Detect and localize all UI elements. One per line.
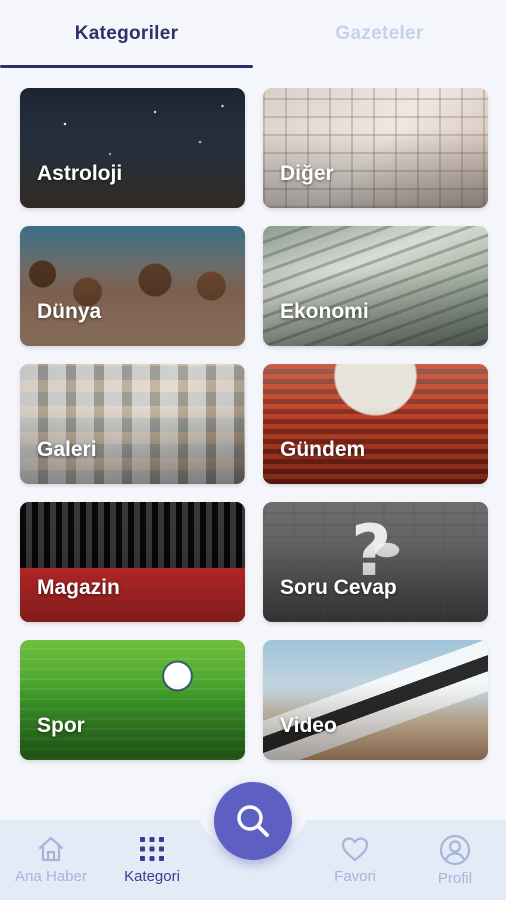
category-label: Gündem xyxy=(280,438,366,461)
nav-label: Ana Haber xyxy=(15,868,87,885)
category-card-dunya[interactable]: Dünya xyxy=(20,226,245,346)
category-label: Diğer xyxy=(280,162,334,185)
category-card-soru-cevap[interactable]: ? Soru Cevap xyxy=(263,502,488,622)
category-card-diger[interactable]: Diğer xyxy=(263,88,488,208)
user-icon xyxy=(439,834,471,866)
category-card-ekonomi[interactable]: Ekonomi xyxy=(263,226,488,346)
category-label: Soru Cevap xyxy=(280,576,397,599)
heart-icon xyxy=(341,837,369,862)
category-grid: Astroloji Diğer Dünya Ekonomi Galeri Gün… xyxy=(20,88,488,760)
category-label: Ekonomi xyxy=(280,300,369,323)
nav-favori[interactable]: Favori xyxy=(320,834,390,900)
grid-icon xyxy=(140,837,164,861)
category-card-gundem[interactable]: Gündem xyxy=(263,364,488,484)
tab-kategoriler[interactable]: Kategoriler xyxy=(0,0,253,68)
nav-label: Profil xyxy=(437,870,473,887)
category-label: Spor xyxy=(37,714,85,737)
category-card-video[interactable]: Video xyxy=(263,640,488,760)
nav-profil[interactable]: Profil xyxy=(420,834,490,900)
nav-ana-haber[interactable]: Ana Haber xyxy=(6,834,96,900)
search-icon xyxy=(237,805,269,837)
nav-label: Favori xyxy=(334,868,376,885)
home-icon xyxy=(38,836,64,862)
nav-label: Kategori xyxy=(124,868,180,885)
nav-kategori[interactable]: Kategori xyxy=(112,834,192,900)
category-tabs: Kategoriler Gazeteler xyxy=(0,0,506,68)
category-label: Dünya xyxy=(37,300,102,323)
category-card-astroloji[interactable]: Astroloji xyxy=(20,88,245,208)
category-card-spor[interactable]: Spor xyxy=(20,640,245,760)
category-card-magazin[interactable]: Magazin xyxy=(20,502,245,622)
category-label: Astroloji xyxy=(37,162,123,185)
category-label: Magazin xyxy=(37,576,120,599)
category-label: Galeri xyxy=(37,438,97,461)
category-label: Video xyxy=(280,714,337,737)
tab-gazeteler[interactable]: Gazeteler xyxy=(253,0,506,68)
category-card-galeri[interactable]: Galeri xyxy=(20,364,245,484)
search-button[interactable] xyxy=(214,782,292,860)
